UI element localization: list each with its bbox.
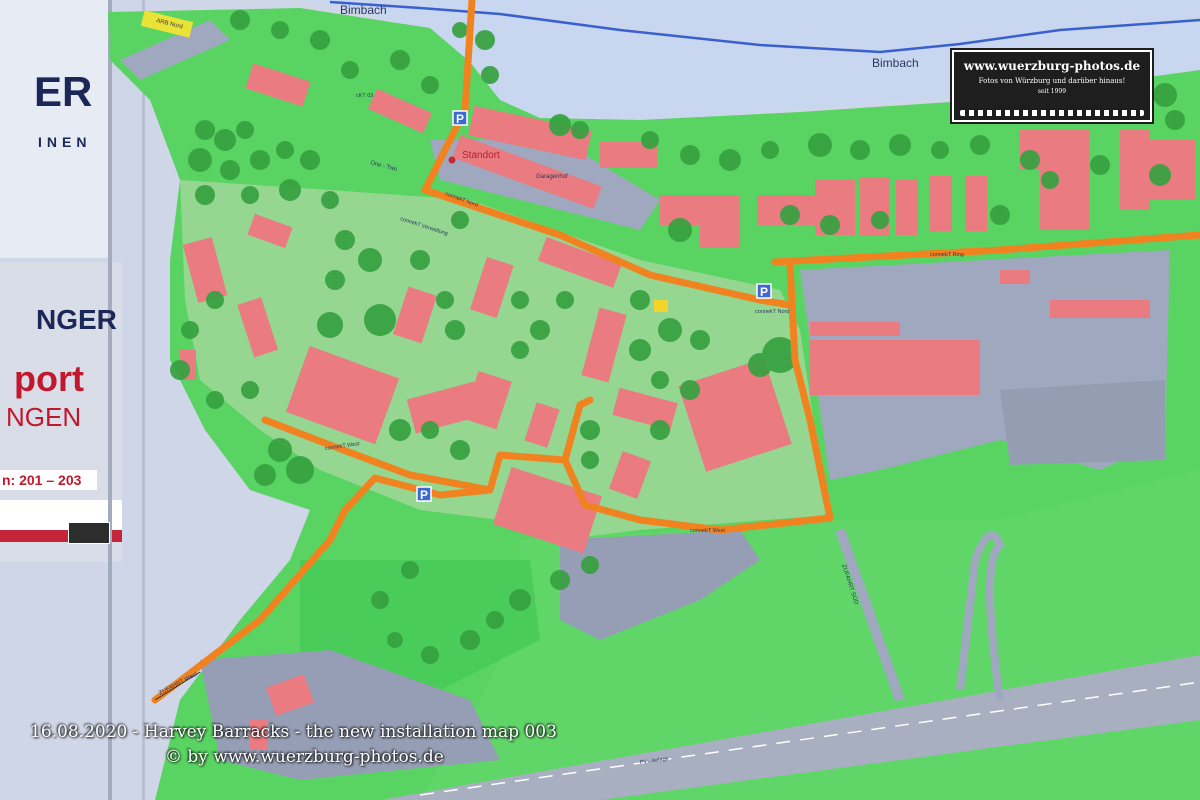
board-logo-subtitle: INEN <box>38 134 92 150</box>
watermark-since: seit 1999 <box>1037 88 1067 95</box>
watermark-subtitle: Fotos von Würzburg und darüber hinaus! <box>978 77 1126 85</box>
watermark-site: www.wuerzburg-photos.de <box>963 59 1141 73</box>
photo-copyright: © by www.wuerzburg-photos.de <box>165 747 444 767</box>
film-strip <box>960 110 1144 116</box>
board-logo-fragment: ER <box>34 68 93 115</box>
panel-brand-fragment: NGER <box>36 304 117 335</box>
photo-caption: 16.08.2020 - Harvey Barracks - the new i… <box>30 722 557 742</box>
panel-tagline: n: 201 – 203 <box>0 470 98 490</box>
watermark-box: www.wuerzburg-photos.de Fotos von Würzbu… <box>952 50 1152 122</box>
device-icon <box>68 522 110 544</box>
photo-frame: P P P Bimbach Bimbach Standort Garagenho… <box>0 0 1200 800</box>
panel-subheading-fragment: NGEN <box>6 402 82 432</box>
panel-heading-fragment: port <box>14 358 84 399</box>
